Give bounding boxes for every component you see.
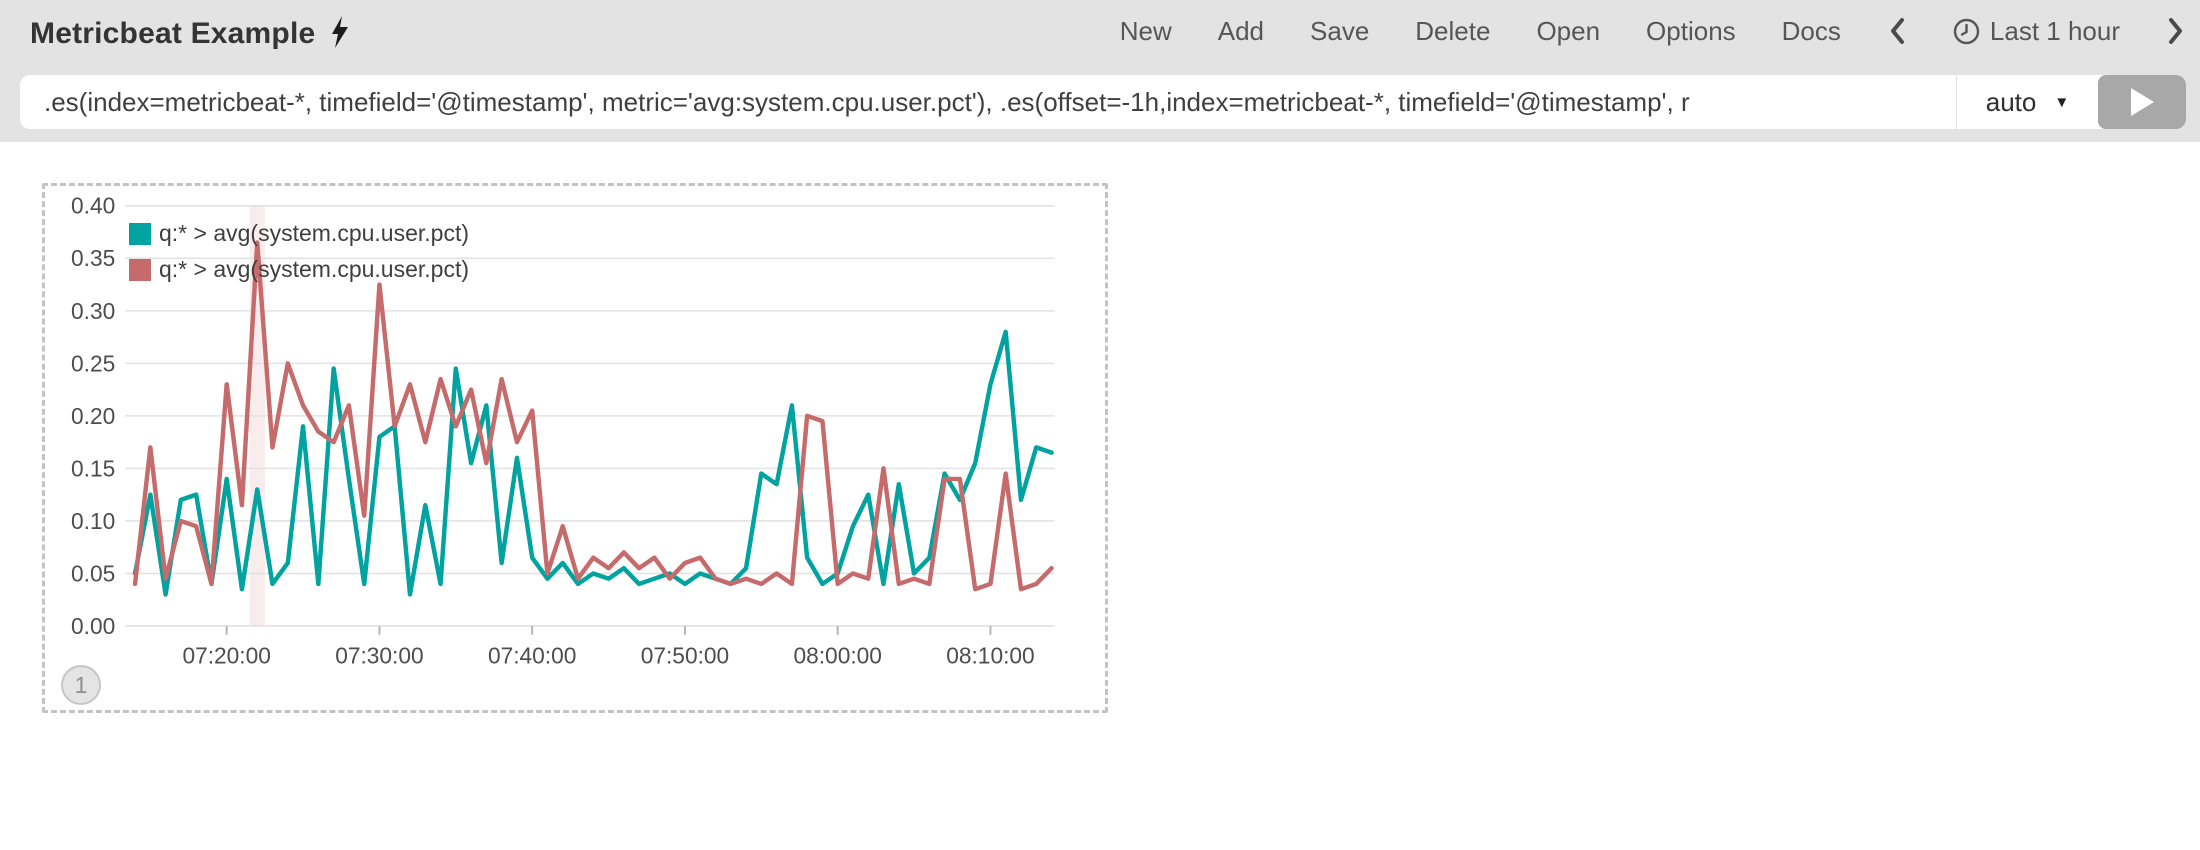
header-menu: New Add Save Delete Open Options Docs La…	[1120, 0, 2186, 62]
timepicker-label: Last 1 hour	[1990, 16, 2120, 47]
svg-text:07:30:00: 07:30:00	[335, 643, 423, 669]
menu-item-new[interactable]: New	[1120, 16, 1172, 47]
svg-text:07:50:00: 07:50:00	[641, 643, 729, 669]
legend-swatch-red	[129, 259, 151, 281]
legend-swatch-teal	[129, 223, 151, 245]
menu-item-delete[interactable]: Delete	[1415, 16, 1490, 47]
svg-text:07:40:00: 07:40:00	[488, 643, 576, 669]
legend-label: q:* > avg(system.cpu.user.pct)	[159, 220, 469, 247]
chart-legend: q:* > avg(system.cpu.user.pct) q:* > avg…	[129, 220, 469, 283]
menu-item-open[interactable]: Open	[1536, 16, 1600, 47]
menu-item-docs[interactable]: Docs	[1782, 16, 1841, 47]
series-line-current[interactable]	[135, 332, 1052, 595]
svg-text:08:10:00: 08:10:00	[946, 643, 1034, 669]
time-forward-button[interactable]	[2166, 17, 2186, 45]
time-back-button[interactable]	[1887, 17, 1907, 45]
x-axis-ticks-and-labels: 07:20:00 07:30:00 07:40:00 07:50:00 08:00:00…	[182, 626, 1034, 669]
title-wrap: Metricbeat Example	[30, 14, 351, 53]
main-content: 0.00 0.05 0.10 0.15 0.20 0.25 0.30 0.35 0.40 07:2…	[0, 142, 2200, 850]
menu-item-save[interactable]: Save	[1310, 16, 1369, 47]
svg-text:0.00: 0.00	[71, 613, 115, 639]
menu-item-add[interactable]: Add	[1218, 16, 1264, 47]
chevron-down-icon: ▼	[2054, 94, 2069, 111]
legend-item-current[interactable]: q:* > avg(system.cpu.user.pct)	[129, 220, 469, 247]
svg-text:0.40: 0.40	[71, 193, 115, 219]
svg-text:0.35: 0.35	[71, 245, 115, 271]
timepicker-button[interactable]: Last 1 hour	[1953, 16, 2120, 47]
legend-item-offset[interactable]: q:* > avg(system.cpu.user.pct)	[129, 256, 469, 283]
svg-text:07:20:00: 07:20:00	[182, 643, 270, 669]
svg-text:0.05: 0.05	[71, 560, 115, 586]
interval-value: auto	[1986, 87, 2037, 118]
timelion-query-bar: auto ▼	[20, 75, 2186, 129]
run-expression-button[interactable]	[2098, 75, 2186, 129]
clock-icon	[1953, 18, 1980, 45]
expression-input[interactable]	[20, 75, 1956, 129]
svg-text:08:00:00: 08:00:00	[793, 643, 881, 669]
page-title: Metricbeat Example	[30, 17, 315, 51]
timelion-chart-panel[interactable]: 0.00 0.05 0.10 0.15 0.20 0.25 0.30 0.35 0.40 07:2…	[42, 183, 1108, 713]
svg-text:0.10: 0.10	[71, 508, 115, 534]
interval-select[interactable]: auto ▼	[1956, 75, 2098, 129]
svg-text:0.20: 0.20	[71, 403, 115, 429]
panel-number-badge[interactable]: 1	[61, 665, 101, 705]
svg-text:0.30: 0.30	[71, 298, 115, 324]
svg-text:0.25: 0.25	[71, 350, 115, 376]
chevron-right-icon	[2168, 17, 2184, 45]
play-icon	[2129, 87, 2155, 117]
chevron-left-icon	[1889, 17, 1905, 45]
svg-text:0.15: 0.15	[71, 455, 115, 481]
legend-label: q:* > avg(system.cpu.user.pct)	[159, 256, 469, 283]
menu-item-options[interactable]: Options	[1646, 16, 1736, 47]
lightning-bolt-icon	[329, 16, 351, 53]
app-header: Metricbeat Example New Add Save Delete O…	[0, 0, 2200, 142]
